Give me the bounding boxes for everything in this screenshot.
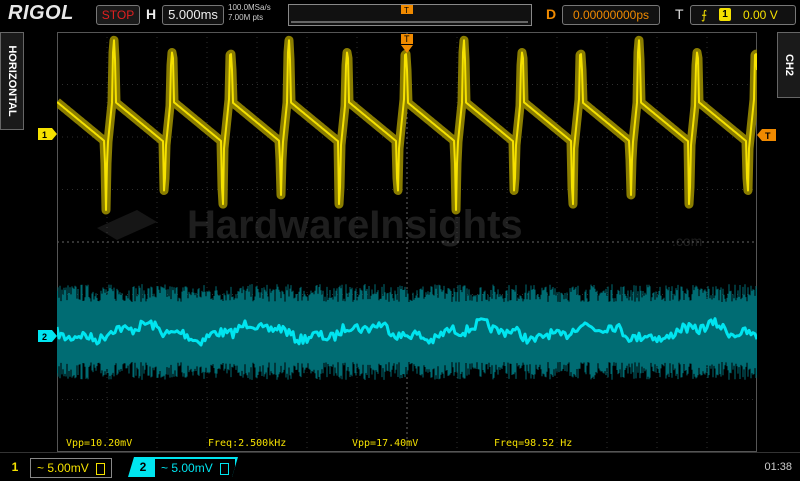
delay-label: D [546, 6, 557, 22]
brand-logo: RIGOL [8, 2, 74, 24]
sample-rate: 100.0MSa/s [228, 3, 271, 12]
memory-overview-bar[interactable]: T [288, 4, 532, 26]
ch1-offset-marker-label: 1 [42, 130, 47, 140]
ch1-scale: ~ 5.00mV [30, 458, 113, 478]
ch1-number: 1 [11, 460, 19, 474]
rising-edge-icon: ⨍ [701, 8, 708, 22]
trigger-level-marker-label: T [765, 131, 771, 141]
delay-value[interactable]: 0.00000000ps [562, 5, 660, 25]
ch2-menu-tab[interactable]: CH2 [777, 32, 800, 98]
top-status-bar: RIGOL STOP H 5.000ms 100.0MSa/s 7.00M pt… [0, 0, 800, 30]
trigger-settings[interactable]: ⨍ 1 0.00 V [690, 5, 796, 25]
trigger-position-letter: T [404, 6, 409, 15]
bottom-channel-bar: 1 ~ 5.00mV 2 ~ 5.00mV 01:38 [0, 452, 800, 481]
horizontal-label: H [146, 6, 157, 22]
ch1-settings[interactable]: 1 ~ 5.00mV [6, 457, 124, 478]
measurement-vpp-ch1: Vpp=10.20mV [66, 438, 133, 449]
waveform-display[interactable]: HardwareInsights .com T [57, 32, 757, 452]
memory-overview-waveform: T [291, 5, 528, 23]
ch2-settings[interactable]: 2 ~ 5.00mV [128, 457, 238, 477]
ch2-offset-marker-label: 2 [42, 332, 47, 342]
ch1-offset-marker[interactable]: 1 [38, 128, 57, 140]
ch2-scale: ~ 5.00mV [154, 458, 236, 478]
trigger-label: T [675, 6, 684, 22]
ch1-scale-label: ~ 5.00mV [37, 461, 89, 475]
acquisition-info: 100.0MSa/s 7.00M pts [228, 3, 271, 23]
ch2-number: 2 [139, 460, 147, 474]
ch1-impedance-icon [96, 462, 106, 475]
run-stop-status[interactable]: STOP [96, 5, 140, 25]
horizontal-tab-label: HORIZONTAL [6, 45, 18, 117]
ch2-offset-marker[interactable]: 2 [38, 330, 57, 342]
system-clock: 01:38 [764, 461, 792, 473]
measurement-vpp-ch2: Vpp=17.40mV [352, 438, 419, 449]
watermark-suffix: .com [672, 233, 702, 249]
watermark-text: HardwareInsights [187, 203, 523, 247]
ch2-tab-label: CH2 [783, 53, 795, 77]
trigger-source-badge: 1 [719, 8, 731, 21]
trigger-position-indicator-letter: T [404, 34, 410, 44]
measurement-freq-ch1: Freq:2.500kHz [208, 438, 287, 449]
horizontal-menu-tab[interactable]: HORIZONTAL [0, 32, 24, 130]
ch2-scale-label: ~ 5.00mV [161, 461, 213, 475]
ch2-impedance-icon [220, 463, 229, 475]
trigger-level-marker[interactable]: T [757, 129, 776, 141]
trigger-level: 0.00 V [743, 8, 778, 22]
timebase-value[interactable]: 5.000ms [162, 5, 224, 25]
memory-depth: 7.00M pts [228, 13, 264, 22]
measurement-freq-ch2: Freq=98.52 Hz [494, 438, 573, 449]
